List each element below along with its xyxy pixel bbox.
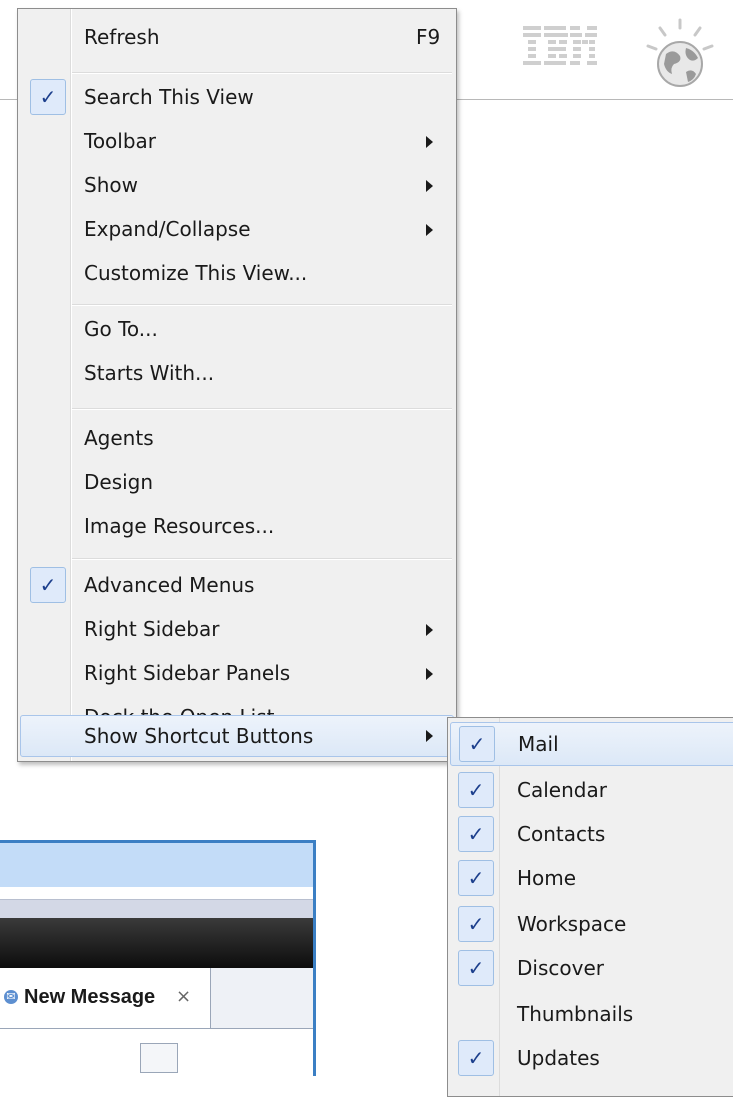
menu-item-label: Expand/Collapse bbox=[84, 217, 251, 241]
menu-item-label: Starts With... bbox=[84, 361, 215, 385]
ibm-logo bbox=[523, 26, 597, 65]
menu-item-go-to[interactable]: Go To... bbox=[20, 309, 454, 349]
submenu-arrow-icon bbox=[426, 624, 433, 636]
menu-item-agents[interactable]: Agents bbox=[20, 418, 454, 458]
menu-item-toolbar[interactable]: Toolbar bbox=[20, 121, 454, 161]
close-icon[interactable]: × bbox=[176, 968, 191, 1026]
tab-strip-empty bbox=[211, 968, 313, 1028]
menu-separator bbox=[72, 304, 452, 306]
submenu-item-label: Contacts bbox=[517, 822, 606, 846]
menu-item-label: Design bbox=[84, 470, 154, 494]
submenu-arrow-icon bbox=[426, 224, 433, 236]
menu-item-image-resources[interactable]: Image Resources... bbox=[20, 506, 454, 546]
tab-bar: ✉ New Message × bbox=[0, 968, 313, 1029]
submenu-item-workspace[interactable]: ✓ Workspace bbox=[450, 902, 733, 946]
menu-item-starts-with[interactable]: Starts With... bbox=[20, 353, 454, 393]
menu-item-right-sidebar[interactable]: Right Sidebar bbox=[20, 609, 454, 649]
mail-icon: ✉ bbox=[4, 990, 18, 1004]
submenu-item-label: Calendar bbox=[517, 778, 607, 802]
checkmark-icon: ✓ bbox=[458, 950, 494, 986]
checkmark-icon: ✓ bbox=[458, 772, 494, 808]
app-window: ✉ New Message × bbox=[0, 840, 316, 1079]
submenu-item-label: Updates bbox=[517, 1046, 600, 1070]
submenu-arrow-icon bbox=[426, 136, 433, 148]
menu-item-label: Show Shortcut Buttons bbox=[84, 724, 314, 748]
menu-item-expand-collapse[interactable]: Expand/Collapse bbox=[20, 209, 454, 249]
submenu-arrow-icon bbox=[426, 730, 433, 742]
menu-item-customize-this-view[interactable]: Customize This View... bbox=[20, 253, 454, 293]
submenu-item-label: Mail bbox=[518, 732, 559, 756]
menu-item-right-sidebar-panels[interactable]: Right Sidebar Panels bbox=[20, 653, 454, 693]
checkmark-icon: ✓ bbox=[458, 816, 494, 852]
window-strip bbox=[0, 887, 313, 899]
checkmark-icon: ✓ bbox=[30, 567, 66, 603]
menu-item-label: Refresh bbox=[84, 25, 160, 49]
menu-separator bbox=[72, 558, 452, 560]
menu-item-label: Go To... bbox=[84, 317, 158, 341]
menu-item-label: Agents bbox=[84, 426, 154, 450]
tab-new-message[interactable]: ✉ New Message × bbox=[0, 968, 211, 1028]
checkmark-icon: ✓ bbox=[30, 79, 66, 115]
tab-label: New Message bbox=[24, 986, 156, 1008]
menu-separator bbox=[72, 408, 452, 410]
menu-bar[interactable] bbox=[0, 899, 313, 918]
toolbar[interactable] bbox=[0, 918, 313, 968]
submenu-arrow-icon bbox=[426, 180, 433, 192]
menu-item-show[interactable]: Show bbox=[20, 165, 454, 205]
menu-item-show-shortcut-buttons[interactable]: Show Shortcut Buttons bbox=[20, 715, 454, 757]
submenu-item-label: Thumbnails bbox=[517, 1002, 634, 1026]
submenu-item-contacts[interactable]: ✓ Contacts bbox=[450, 812, 733, 856]
shortcut-buttons-submenu: ✓ Mail ✓ Calendar ✓ Contacts ✓ Home ✓ Wo… bbox=[447, 717, 733, 1097]
menu-item-refresh[interactable]: Refresh F9 bbox=[20, 17, 454, 57]
window-title-bar[interactable] bbox=[0, 843, 313, 887]
checkmark-icon: ✓ bbox=[459, 726, 495, 762]
menu-item-label: Right Sidebar Panels bbox=[84, 661, 291, 685]
submenu-item-mail[interactable]: ✓ Mail bbox=[450, 722, 733, 766]
submenu-item-discover[interactable]: ✓ Discover bbox=[450, 946, 733, 990]
context-menu: Refresh F9 ✓ Search This View Toolbar Sh… bbox=[17, 8, 457, 762]
menu-separator bbox=[72, 72, 452, 74]
menu-item-search-this-view[interactable]: ✓ Search This View bbox=[20, 77, 454, 117]
menu-item-advanced-menus[interactable]: ✓ Advanced Menus bbox=[20, 565, 454, 605]
submenu-arrow-icon bbox=[426, 668, 433, 680]
submenu-item-thumbnails[interactable]: Thumbnails bbox=[450, 992, 733, 1036]
submenu-item-calendar[interactable]: ✓ Calendar bbox=[450, 768, 733, 812]
menu-item-label: Search This View bbox=[84, 85, 254, 109]
globe-icon bbox=[646, 18, 714, 87]
menu-item-label: Image Resources... bbox=[84, 514, 275, 538]
submenu-item-label: Home bbox=[517, 866, 577, 890]
shortcut-key: F9 bbox=[416, 25, 441, 49]
menu-item-label: Advanced Menus bbox=[84, 573, 255, 597]
field-box[interactable] bbox=[140, 1043, 178, 1073]
checkmark-icon: ✓ bbox=[458, 906, 494, 942]
submenu-item-label: Discover bbox=[517, 956, 604, 980]
menu-item-label: Show bbox=[84, 173, 138, 197]
submenu-item-label: Workspace bbox=[517, 912, 627, 936]
menu-item-label: Toolbar bbox=[84, 129, 157, 153]
menu-item-label: Customize This View... bbox=[84, 261, 308, 285]
message-header-row bbox=[0, 1029, 313, 1079]
checkmark-icon: ✓ bbox=[458, 1040, 494, 1076]
checkmark-icon: ✓ bbox=[458, 860, 494, 896]
submenu-item-updates[interactable]: ✓ Updates bbox=[450, 1036, 733, 1080]
submenu-item-home[interactable]: ✓ Home bbox=[450, 856, 733, 900]
menu-item-label: Right Sidebar bbox=[84, 617, 220, 641]
menu-item-design[interactable]: Design bbox=[20, 462, 454, 502]
